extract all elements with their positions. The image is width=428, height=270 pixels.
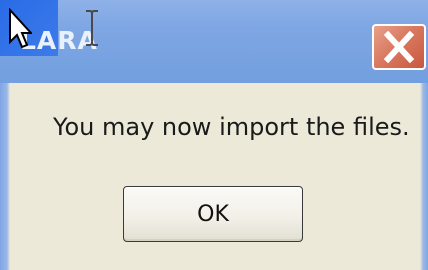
window-frame-right <box>420 83 428 270</box>
arrow-cursor-icon <box>9 8 32 49</box>
dialog-message: You may now import the files. <box>53 113 410 141</box>
ok-button[interactable]: OK <box>123 186 303 242</box>
close-x-icon <box>383 30 415 64</box>
window-frame-left <box>0 83 10 270</box>
ibeam-cursor-icon <box>86 10 98 46</box>
close-button[interactable] <box>372 24 426 70</box>
message-dialog: LARA You may now import the files. OK <box>0 0 428 270</box>
title-bar[interactable]: LARA <box>0 0 428 83</box>
